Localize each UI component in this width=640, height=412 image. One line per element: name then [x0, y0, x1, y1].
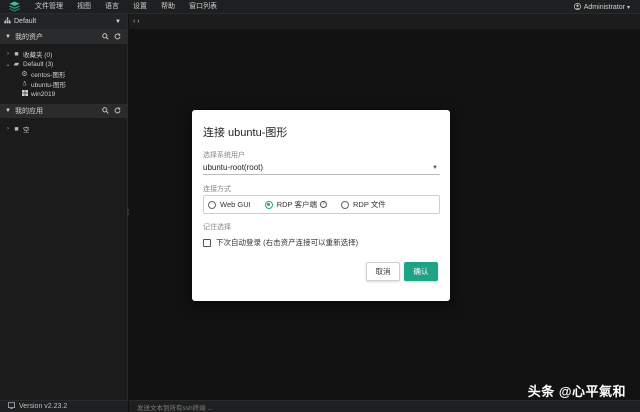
remember-label: 记住选择: [203, 224, 231, 231]
tree-node-empty[interactable]: › ■ 空: [0, 124, 127, 135]
collapse-arrow-icon: ▼: [5, 34, 11, 40]
auto-login-checkbox-row[interactable]: 下次自动登录 (右击资产连接可以重新选择): [203, 237, 358, 248]
user-caret-icon: ▾: [626, 4, 630, 11]
menu-help[interactable]: 帮助: [161, 0, 175, 14]
radio-circle-selected[interactable]: [264, 200, 273, 209]
tree-node-default[interactable]: ⌄ ▰ Default (3): [0, 59, 127, 69]
command-bar[interactable]: 发送文本到所有ssh终端 ...: [129, 400, 640, 412]
system-user-label: 选择系统用户: [203, 152, 245, 159]
auto-login-label: 下次自动登录 (右击资产连接可以重新选择): [216, 238, 359, 247]
assets-title: 我的资产: [14, 34, 43, 41]
linux-icon: 🐧︎: [22, 80, 27, 88]
folder-icon: ■: [14, 50, 19, 58]
tree-node-favorites[interactable]: › ■ 收藏夹 (0): [0, 49, 127, 60]
expand-arrow-icon[interactable]: ›: [4, 51, 12, 57]
connect-method-radio-group: Web GUI RDP 客户端 ? RDP 文件: [203, 195, 440, 214]
radio-web-gui[interactable]: Web GUI: [208, 200, 251, 209]
version-text: Version v2.23.2: [19, 403, 68, 410]
collapse-arrow-icon: ▼: [5, 108, 11, 114]
tree-node-label: Default (3): [23, 60, 54, 68]
search-icon[interactable]: [102, 32, 109, 42]
org-icon: [4, 17, 11, 26]
info-icon: [8, 402, 15, 411]
menu-settings[interactable]: 设置: [133, 0, 147, 14]
app-logo-icon[interactable]: [7, 0, 21, 14]
radio-rdp-file[interactable]: RDP 文件: [341, 199, 386, 210]
radio-circle[interactable]: [208, 200, 216, 209]
apps-tree: › ■ 空: [0, 118, 127, 135]
menu-window-list[interactable]: 窗口列表: [189, 0, 217, 14]
user-name: Administrator: [583, 3, 625, 11]
assets-section-header[interactable]: ▼ 我的资产: [0, 30, 127, 44]
folder-icon: ■: [14, 125, 19, 133]
radio-circle[interactable]: [341, 200, 349, 209]
workspace-name: Default: [14, 18, 37, 25]
sidebar: Default ▼ ▼ 我的资产 › ■ 收藏夹 (0) ⌄ ▰ Default…: [0, 14, 128, 412]
tree-node-label: win2019: [31, 90, 56, 98]
radio-label: RDP 文件: [353, 200, 386, 209]
user-menu[interactable]: Administrator ▾: [573, 0, 630, 14]
system-user-value: ubuntu-root(root): [203, 163, 264, 172]
watermark: 头条 @心平氣和: [527, 384, 626, 399]
connect-dialog: 连接 ubuntu-图形 选择系统用户 ubuntu-root(root) ▼ …: [192, 110, 450, 301]
menu-language[interactable]: 语言: [105, 0, 119, 14]
refresh-icon[interactable]: [114, 106, 121, 116]
user-icon: [573, 2, 581, 12]
chevron-down-icon: ▼: [432, 164, 438, 171]
radio-label: RDP 客户端: [276, 200, 317, 209]
settings-icon: ⚙: [21, 71, 28, 78]
version-footer: Version v2.23.2: [0, 400, 128, 412]
expand-arrow-icon[interactable]: ›: [4, 126, 12, 132]
tab-bar: ‹ ›: [129, 14, 640, 29]
command-bar-placeholder: 发送文本到所有ssh终端 ...: [137, 404, 213, 412]
connect-method-label: 连接方式: [203, 186, 231, 193]
cancel-button[interactable]: 取消: [366, 262, 400, 281]
radio-label: Web GUI: [220, 200, 251, 209]
radio-rdp-client[interactable]: RDP 客户端 ?: [264, 199, 327, 210]
tree-node-label: 空: [23, 127, 30, 134]
dialog-title: 连接 ubuntu-图形: [203, 127, 288, 139]
tree-node-label: centos-图形: [31, 72, 66, 79]
folder-open-icon: ▰: [13, 61, 20, 68]
tree-node-win2019[interactable]: win2019: [0, 89, 127, 99]
apps-section-header[interactable]: ▼ 我的应用: [0, 104, 127, 118]
menu-file-manager[interactable]: 文件管理: [35, 0, 63, 14]
tree-node-centos[interactable]: ⚙ centos-图形: [0, 69, 127, 79]
tab-scroll-arrows[interactable]: ‹ ›: [133, 18, 140, 25]
system-user-select[interactable]: ubuntu-root(root) ▼: [203, 161, 440, 175]
auto-login-checkbox[interactable]: [203, 238, 211, 247]
tree-node-ubuntu[interactable]: 🐧︎ ubuntu-图形: [0, 79, 127, 90]
help-icon[interactable]: ?: [320, 201, 327, 208]
tree-node-label: ubuntu-图形: [31, 82, 67, 89]
windows-icon: [20, 90, 29, 98]
workspace-select[interactable]: Default ▼: [0, 14, 127, 30]
chevron-down-icon: ▼: [115, 18, 121, 25]
apps-title: 我的应用: [14, 108, 43, 115]
collapse-arrow-icon[interactable]: ⌄: [4, 61, 12, 68]
search-icon[interactable]: [102, 106, 109, 116]
asset-tree: › ■ 收藏夹 (0) ⌄ ▰ Default (3) ⚙ centos-图形 …: [0, 44, 127, 99]
refresh-icon[interactable]: [114, 32, 121, 42]
top-menu-bar: 文件管理 视图 语言 设置 帮助 窗口列表 Administrator ▾: [0, 0, 640, 14]
menu-view[interactable]: 视图: [77, 0, 91, 14]
confirm-button[interactable]: 确认: [404, 262, 438, 281]
tree-node-label: 收藏夹 (0): [23, 52, 53, 59]
